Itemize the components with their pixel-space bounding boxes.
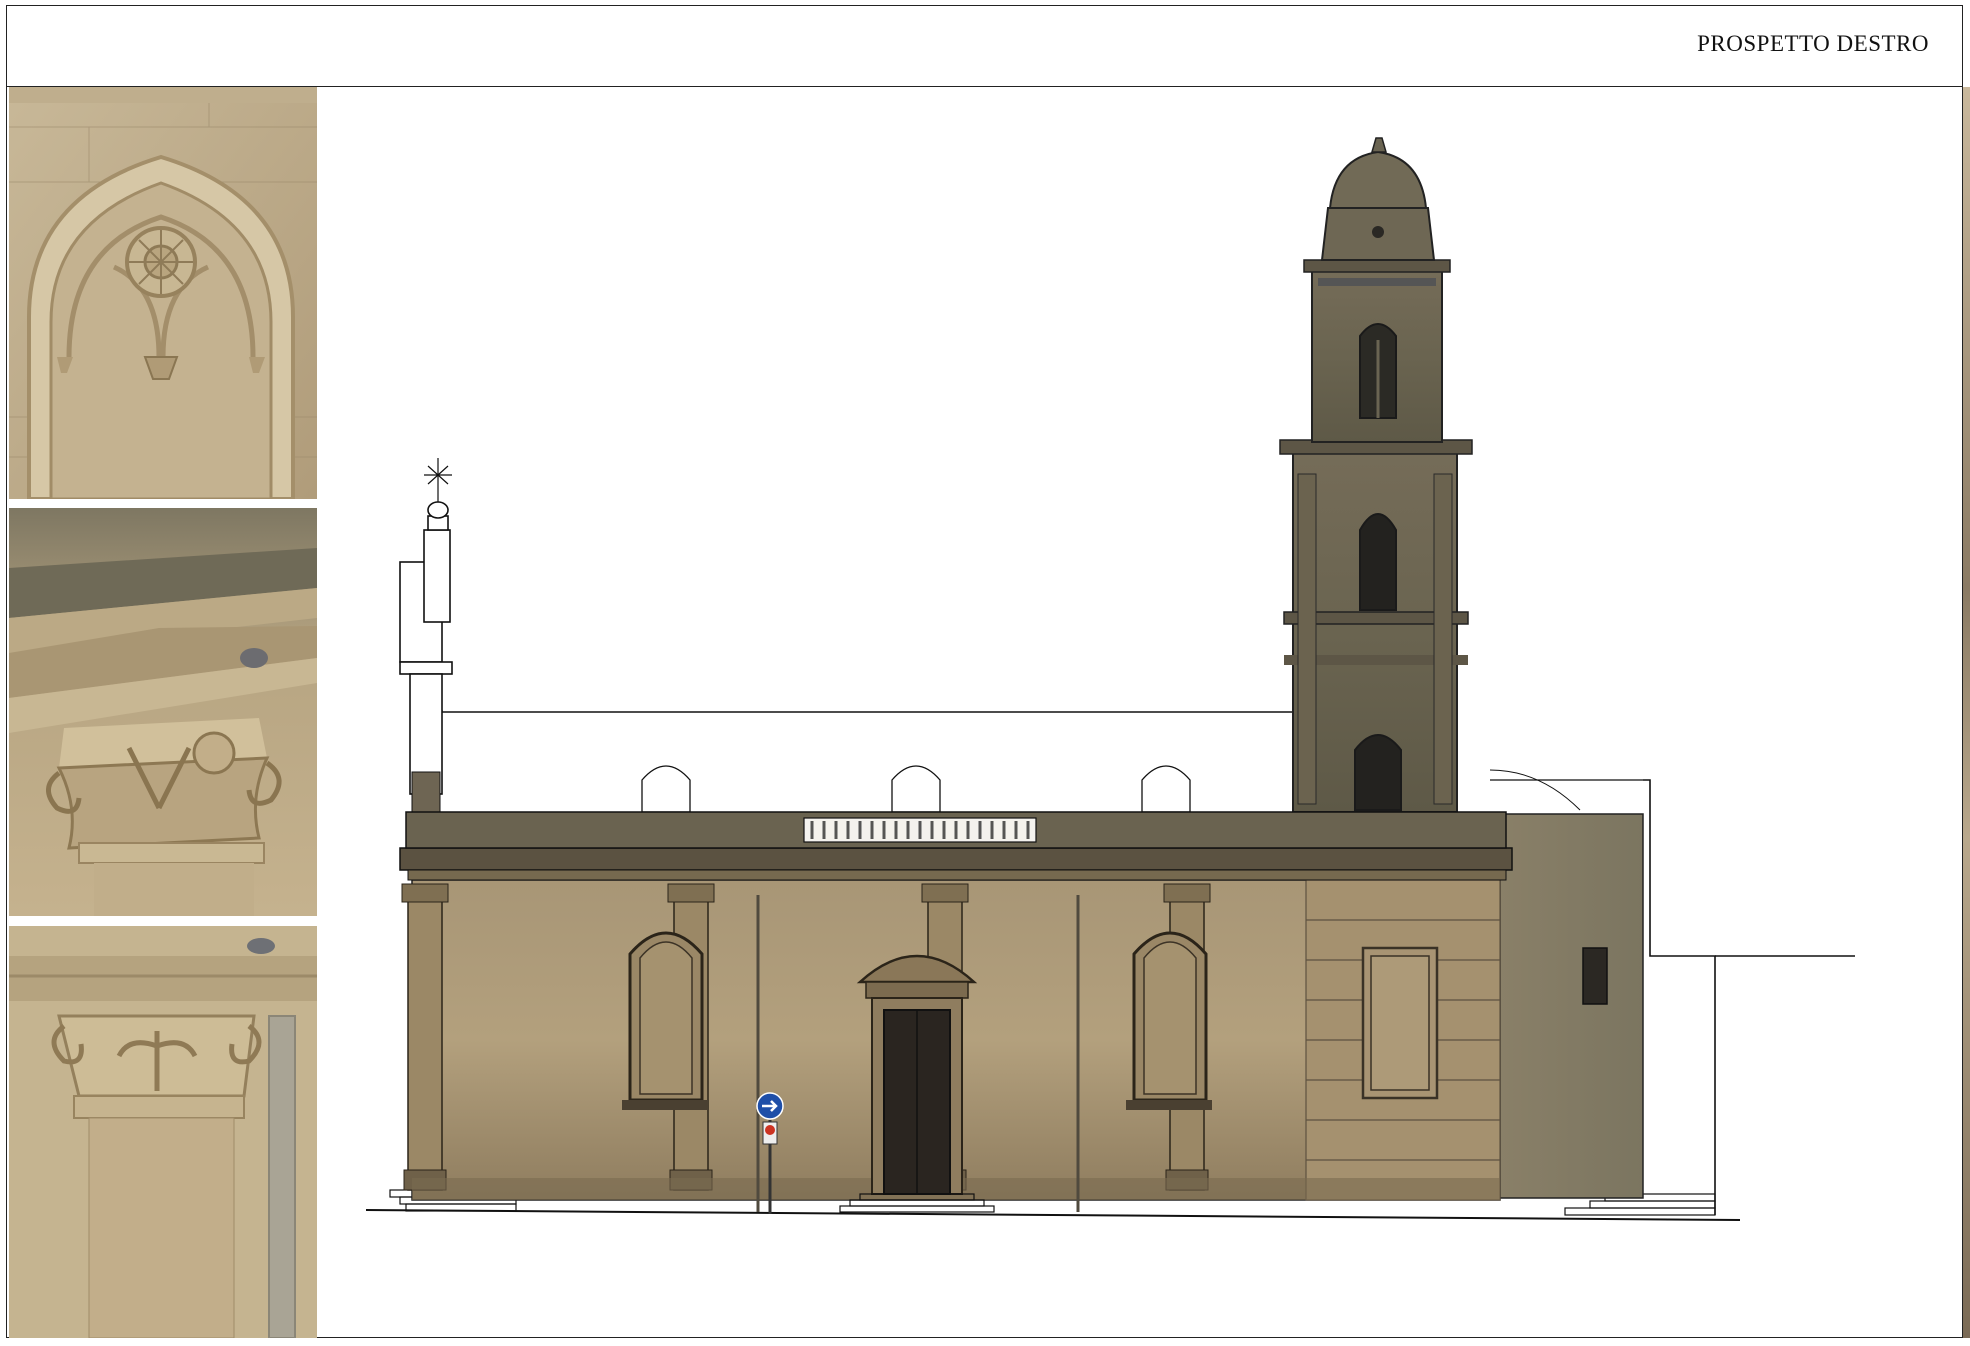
side-portal	[856, 954, 978, 1195]
bell-tower	[1279, 137, 1473, 813]
sheet-title: PROSPETTO DESTRO	[1697, 31, 1929, 56]
annex-window	[1582, 947, 1608, 1005]
rusticated-section	[1305, 879, 1501, 1201]
title-block: PROSPETTO DESTRO	[6, 5, 1963, 87]
adjacent-sheet-edge	[1963, 87, 1970, 1338]
ground-line	[365, 1209, 1741, 1221]
corner-capital-image	[9, 508, 317, 916]
detail-photo-pilaster-capital	[9, 926, 317, 1338]
roof-dormers	[641, 765, 1191, 813]
pilaster-capital-image	[9, 926, 317, 1338]
bell-gable-outline	[399, 501, 453, 795]
right-elevation-drawing	[360, 100, 1880, 1240]
gothic-window-right	[1126, 931, 1212, 1110]
annex-wall	[1494, 813, 1644, 1199]
annex-outline	[1643, 779, 1716, 1215]
gothic-arch-image	[9, 87, 317, 499]
cross-icon	[424, 458, 452, 502]
elevation-svg	[365, 137, 1855, 1221]
detail-photo-corner-capital	[9, 508, 317, 916]
gothic-window-left	[622, 931, 708, 1110]
balustrade	[803, 817, 1037, 843]
detail-photo-gothic-arch	[9, 87, 317, 499]
